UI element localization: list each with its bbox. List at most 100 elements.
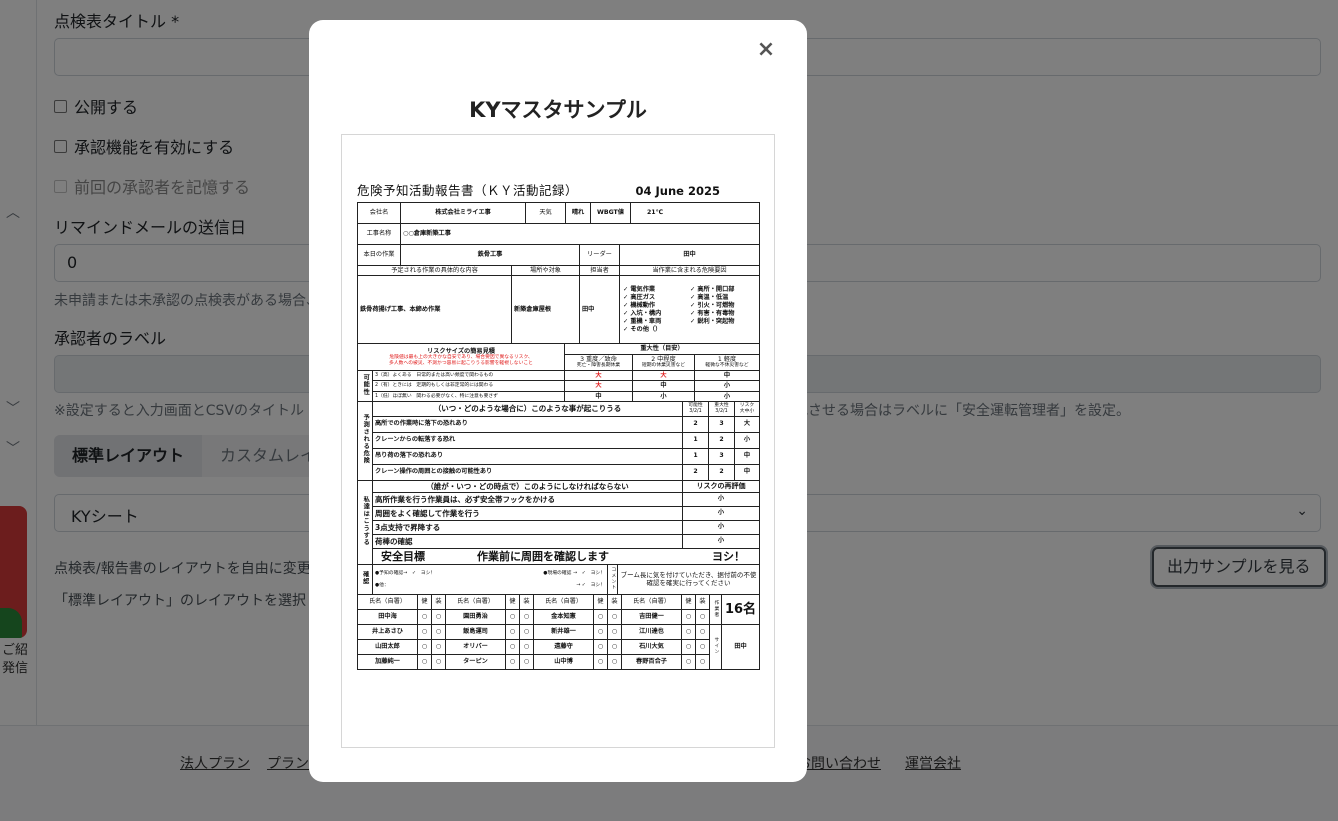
check-mark: ○ [505, 623, 520, 640]
risk-cell: 小 [694, 380, 760, 392]
check-mark: ○ [417, 623, 432, 640]
place-value: 新築倉庫屋根 [511, 275, 580, 345]
hazard-item: ✓ 高温・低温 [690, 293, 729, 301]
check-mark: ○ [417, 638, 432, 655]
hazard-item: ✓ その他（） [623, 326, 662, 334]
hazard-item: ✓ 高圧ガス [623, 293, 656, 301]
prediction-s: 2 [708, 431, 735, 449]
col-place: 場所や対象 [511, 265, 580, 277]
sign-head: 氏名（自署） [357, 595, 418, 610]
weather-label: 天気 [525, 201, 566, 224]
prediction-text: 吊り荷の落下の恐れあり [372, 447, 683, 465]
risk-cell: 中 [694, 369, 760, 382]
ky-report: 危険予知活動報告書（ＫＹ活動記録） 04 June 2025 会社名 株式会社ミ… [356, 183, 760, 670]
measure-text: 3点支持で昇降する [372, 519, 683, 535]
goal-call: ヨシ！ [712, 549, 745, 563]
signer-name: 春野百合子 [621, 653, 682, 670]
goal-text: 作業前に周囲を確認します [476, 549, 609, 563]
prediction-p: 2 [682, 415, 709, 433]
measure-title: （誰が・いつ・どの時点で）このようにしなければならない [372, 480, 683, 493]
signer-name: 井上あさひ [357, 623, 418, 640]
sign-value: 田中 [721, 623, 760, 670]
severity-2-sub: 短期の休業災害など [641, 363, 686, 369]
signer-name: 江川達也 [621, 623, 682, 640]
likelihood-label: 可能性 [362, 373, 370, 396]
prediction-p: 1 [682, 447, 709, 465]
severity-1: 1 軽度 [717, 355, 737, 363]
risk-cell: 中 [632, 380, 696, 392]
check-mark: ○ [431, 638, 446, 655]
confirm-item: ●他： [375, 582, 389, 588]
predict-label: 予測される危険 [362, 414, 370, 465]
col-risk: リスク 大中小 [734, 402, 760, 417]
check-mark: ○ [607, 608, 622, 625]
severity-3: 3 重度／致命 [580, 355, 617, 363]
report-header-table: 会社名 株式会社ミライエ事 天気 晴れ WBGT値 21℃ [357, 201, 760, 224]
close-icon[interactable]: × [755, 39, 777, 62]
risk-matrix: リスクサイズの簡易見積 危険値は最も上の大きかな自安であり、場合要因で異なるリス… [356, 344, 760, 403]
check-mark: ○ [519, 623, 534, 640]
hazard-item: ✓ 鋭利・突起物 [690, 318, 735, 326]
wbgt-label: WBGT値 [590, 201, 631, 224]
check-mark: ○ [681, 608, 696, 625]
person-value: 田中 [579, 275, 620, 345]
check-mark: ○ [431, 623, 446, 640]
prediction-text: 高所での作業時に落下の恐れあり [372, 415, 683, 433]
hazard-item: ✓ 電気作業 [623, 285, 656, 293]
risk-cell: 大 [632, 369, 696, 382]
hazard-item: ✓ 機械動作 [623, 302, 656, 309]
check-mark: ○ [695, 653, 710, 670]
check-mark: ○ [695, 608, 710, 625]
check-mark: ○ [607, 638, 622, 655]
signer-name: 新井雄一 [533, 623, 594, 640]
check-mark: ○ [417, 653, 432, 670]
measure-text: 周囲をよく確認して作業を行う [372, 505, 683, 521]
company-value: 株式会社ミライエ事 [400, 201, 526, 224]
risk-title: リスクサイズの簡易見積 [427, 347, 495, 355]
prediction-text: クレーン操作の周囲との接触の可能性あり [372, 463, 683, 481]
prediction-r: 小 [734, 431, 760, 449]
check-mark: ○ [695, 638, 710, 655]
sign-head: 氏名（自署） [533, 595, 594, 610]
check-mark: ○ [431, 608, 446, 625]
leader-label: リーダー [579, 245, 620, 266]
check-mark: ○ [593, 623, 608, 640]
sign-head: 健 [593, 595, 608, 610]
workers-count: 16名 [721, 595, 760, 625]
today-work-label: 本日の作業 [357, 245, 401, 266]
prediction-r: 中 [734, 463, 760, 481]
signer-name: ターピン [445, 653, 506, 670]
hazard-item: ✓ 高所・開口部 [690, 285, 735, 293]
check-mark: ○ [417, 608, 432, 625]
risk-cell: 小 [632, 390, 696, 403]
sign-head: 健 [681, 595, 696, 610]
sign-head: 氏名（自署） [621, 595, 682, 610]
prediction-table: 予測される危険 （いつ・どのような場合に）このような事が起こりうる 可能性 3/… [357, 402, 760, 481]
measure-text: 高所作業を行う作業員は、必ず安全帯フックをかける [372, 491, 683, 507]
check-mark: ○ [505, 653, 520, 670]
risk-note-2: 多人数への被災、不測かつ容易に起こりうる影響を軽視しないこと [389, 360, 533, 366]
prediction-s: 3 [708, 415, 735, 433]
company-label: 会社名 [357, 201, 401, 224]
signer-name: 吉田健一 [621, 608, 682, 625]
signer-name: 山田太郎 [357, 638, 418, 655]
check-mark: ○ [593, 653, 608, 670]
check-mark: ○ [681, 653, 696, 670]
prediction-p: 1 [682, 431, 709, 449]
check-mark: ○ [695, 623, 710, 640]
signer-name: 田中海 [357, 608, 418, 625]
severity-1-sub: 軽微な不休災害など [705, 363, 749, 369]
report-preview: 危険予知活動報告書（ＫＹ活動記録） 04 June 2025 会社名 株式会社ミ… [341, 134, 775, 748]
hazard-list: ✓ 電気作業 ✓ 高所・開口部 ✓ 高圧ガス ✓ 高温・低温 ✓ 機械動作 ✓ … [623, 286, 757, 334]
check-mark: ○ [505, 608, 520, 625]
prediction-r: 中 [734, 447, 760, 465]
check-mark: ○ [593, 638, 608, 655]
col-task: 予定される作業の具体的な内容 [357, 265, 512, 277]
likelihood-2: 2（有）ときには 定期的もしくは非定常的には関わる [371, 380, 566, 392]
check-mark: ○ [607, 623, 622, 640]
prediction-s: 3 [708, 447, 735, 465]
check-mark: ○ [431, 653, 446, 670]
signer-name: 山中博 [533, 653, 594, 670]
signer-name: 飯島運司 [445, 623, 506, 640]
hazard-item: ✓ 重機・車両 [623, 318, 662, 326]
